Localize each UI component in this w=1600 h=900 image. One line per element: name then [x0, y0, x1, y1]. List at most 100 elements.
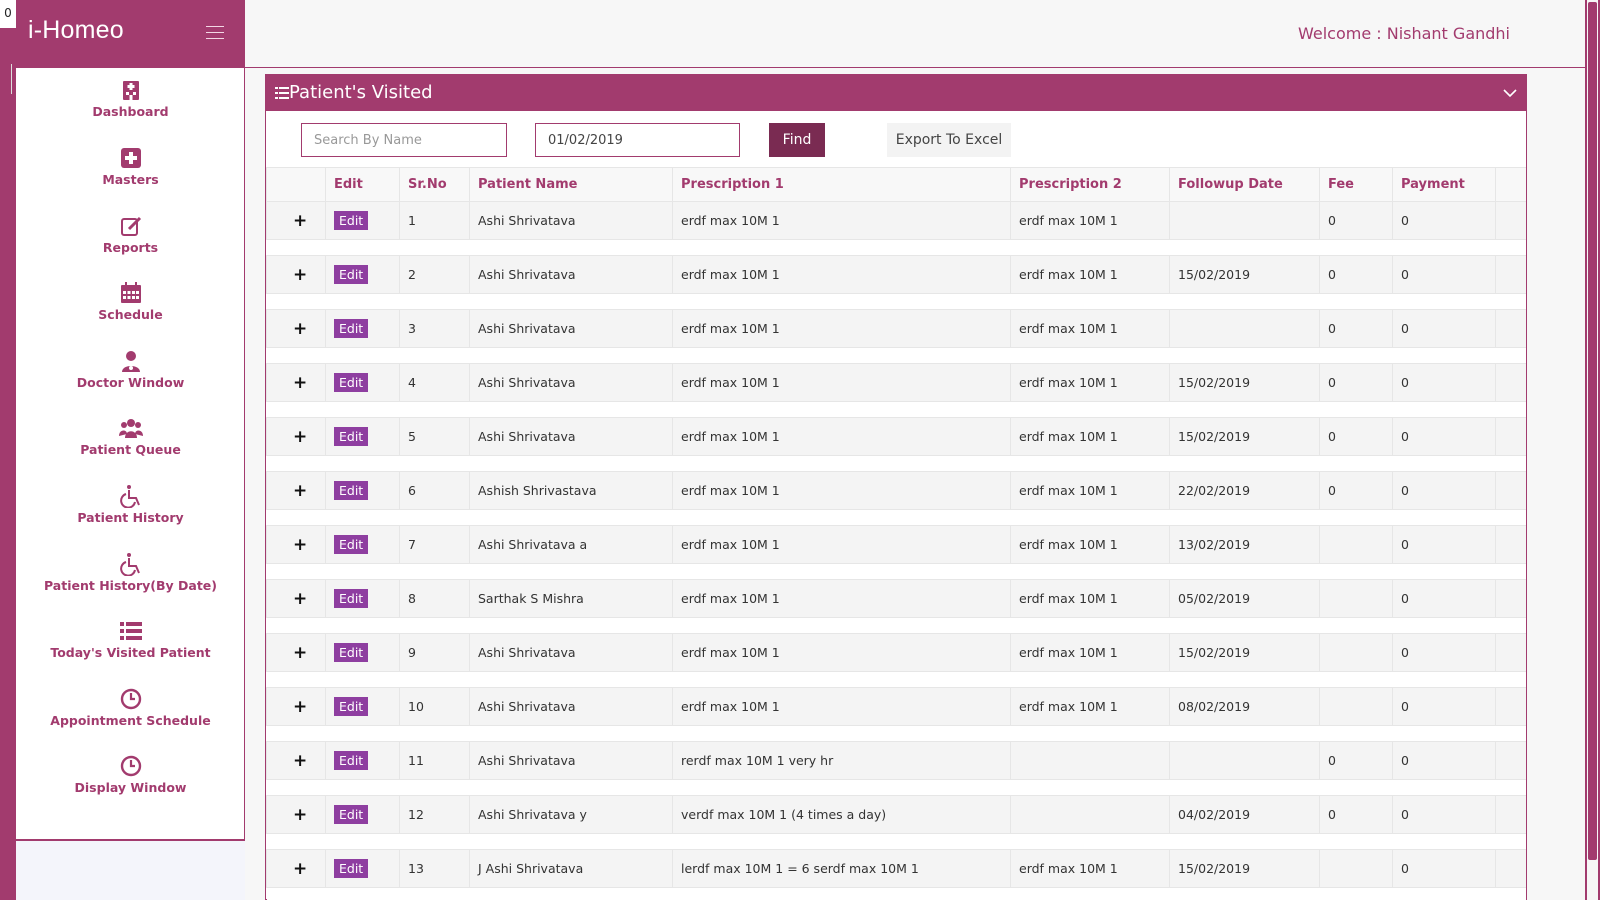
expand-row-icon[interactable]: + — [275, 805, 307, 825]
sidebar-item-label: Doctor Window — [76, 375, 185, 390]
followup-date-cell: 15/02/2019 — [1169, 255, 1320, 294]
prescription-1-cell: erdf max 10M 1 — [672, 255, 1011, 294]
patient-name-cell: Ashi Shrivatava — [469, 417, 673, 456]
list-icon — [275, 87, 289, 99]
prescription-1-cell: erdf max 10M 1 — [672, 363, 1011, 402]
sidebar-item-masters[interactable]: Masters — [16, 146, 245, 208]
expand-row-icon[interactable]: + — [275, 373, 307, 393]
expand-row-icon[interactable]: + — [275, 535, 307, 555]
prescription-1-cell: erdf max 10M 1 — [672, 525, 1011, 564]
prescription-1-cell: erdf max 10M 1 — [672, 201, 1011, 240]
patient-name-cell: Ashi Shrivatava — [469, 309, 673, 348]
prescription-1-cell: erdf max 10M 1 — [672, 633, 1011, 672]
expand-row-icon[interactable]: + — [275, 589, 307, 609]
clock-icon — [119, 687, 143, 711]
edit-button[interactable]: Edit — [334, 211, 369, 230]
prescription-2-cell: erdf max 10M 1 — [1010, 579, 1170, 618]
main-content: Welcome : Nishant Gandhi Patient's Visit… — [245, 0, 1585, 900]
sidebar-item-reports[interactable]: Reports — [16, 214, 245, 276]
payment-cell: 0 — [1392, 849, 1496, 888]
filter-toolbar: Find Export To Excel — [266, 111, 1526, 167]
prescription-2-cell: erdf max 10M 1 — [1010, 363, 1170, 402]
followup-date-cell: 13/02/2019 — [1169, 525, 1320, 564]
sidebar-item-label: Patient History — [77, 510, 184, 525]
prescription-2-cell — [1010, 741, 1170, 780]
edit-button[interactable]: Edit — [334, 805, 369, 824]
followup-date-cell — [1169, 309, 1320, 348]
expand-cell: + — [266, 255, 326, 294]
edit-button[interactable]: Edit — [334, 265, 369, 284]
sidebar-item-label: Appointment Schedule — [50, 713, 211, 728]
edit-button[interactable]: Edit — [334, 697, 369, 716]
edit-cell: Edit — [325, 255, 400, 294]
chevron-down-icon[interactable] — [1502, 85, 1518, 101]
sidebar-item-dashboard[interactable]: Dashboard — [16, 78, 245, 140]
row-spacer-cell — [266, 617, 1526, 634]
expand-row-icon[interactable]: + — [275, 265, 307, 285]
sidebar-item-patient-history-by-date[interactable]: Patient History(By Date) — [16, 552, 245, 614]
payment-cell: 0 — [1392, 417, 1496, 456]
find-button[interactable]: Find — [769, 123, 825, 157]
sidebar-item-schedule[interactable]: Schedule — [16, 281, 245, 343]
srno-cell: 6 — [399, 471, 470, 510]
edit-button[interactable]: Edit — [334, 427, 369, 446]
followup-date-col-header: Followup Date — [1169, 167, 1320, 202]
followup-date-cell: 04/02/2019 — [1169, 795, 1320, 834]
patient-name-cell: Ashi Shrivatava — [469, 741, 673, 780]
expand-row-icon[interactable]: + — [275, 751, 307, 771]
expand-cell: + — [266, 417, 326, 456]
edit-button[interactable]: Edit — [334, 589, 369, 608]
payment-cell: 0 — [1392, 633, 1496, 672]
sidebar-item-display-window[interactable]: Display Window — [16, 754, 245, 816]
search-input[interactable] — [301, 123, 507, 157]
expand-row-icon[interactable]: + — [275, 481, 307, 501]
sidebar-item-patient-queue[interactable]: Patient Queue — [16, 416, 245, 478]
expand-row-icon[interactable]: + — [275, 211, 307, 231]
row-spacer-cell — [266, 779, 1526, 796]
payment-cell: 0 — [1392, 201, 1496, 240]
fee-cell: 0 — [1319, 201, 1393, 240]
edit-button[interactable]: Edit — [334, 535, 369, 554]
expand-row-icon[interactable]: + — [275, 859, 307, 879]
sidebar-item-today-s-visited-patient[interactable]: Today's Visited Patient — [16, 619, 245, 681]
edit-cell: Edit — [325, 363, 400, 402]
edit-button[interactable]: Edit — [334, 481, 369, 500]
calendar-icon — [119, 281, 143, 305]
edit-button[interactable]: Edit — [334, 859, 369, 878]
edit-cell: Edit — [325, 795, 400, 834]
expand-row-icon[interactable]: + — [275, 697, 307, 717]
expand-col-header — [266, 167, 326, 202]
sidebar-item-patient-history[interactable]: Patient History — [16, 484, 245, 546]
row-spacer-cell — [266, 401, 1526, 418]
srno-cell: 11 — [399, 741, 470, 780]
prescription-1-col-header: Prescription 1 — [672, 167, 1011, 202]
sidebar-item-appointment-schedule[interactable]: Appointment Schedule — [16, 687, 245, 749]
scrollbar-thumb[interactable] — [1588, 2, 1597, 860]
table-row: + Edit 3 Ashi Shrivatava erdf max 10M 1 erdf … — [266, 309, 1526, 348]
row-spacer-cell — [266, 671, 1526, 688]
date-input[interactable] — [535, 123, 740, 157]
fee-cell — [1319, 687, 1393, 726]
expand-cell: + — [266, 525, 326, 564]
edit-button[interactable]: Edit — [334, 373, 369, 392]
export-to-excel-button[interactable]: Export To Excel — [887, 123, 1011, 157]
edit-button[interactable]: Edit — [334, 319, 369, 338]
edit-cell: Edit — [325, 579, 400, 618]
edit-button[interactable]: Edit — [334, 643, 369, 662]
sidebar-item-label: Masters — [102, 172, 159, 187]
expand-row-icon[interactable]: + — [275, 643, 307, 663]
menu-toggle-icon[interactable] — [206, 26, 224, 40]
expand-cell: + — [266, 633, 326, 672]
edit-button[interactable]: Edit — [334, 751, 369, 770]
expand-row-icon[interactable]: + — [275, 427, 307, 447]
extra-cell — [1495, 309, 1526, 348]
sidebar-item-doctor-window[interactable]: Doctor Window — [16, 349, 245, 411]
expand-row-icon[interactable]: + — [275, 319, 307, 339]
srno-cell: 5 — [399, 417, 470, 456]
corner-counter: 0 — [0, 0, 16, 28]
top-bar: Welcome : Nishant Gandhi — [245, 0, 1585, 68]
app-title: i-Homeo — [28, 16, 124, 44]
prescription-2-cell: erdf max 10M 1 — [1010, 471, 1170, 510]
srno-cell: 7 — [399, 525, 470, 564]
row-spacer-cell — [266, 293, 1526, 310]
